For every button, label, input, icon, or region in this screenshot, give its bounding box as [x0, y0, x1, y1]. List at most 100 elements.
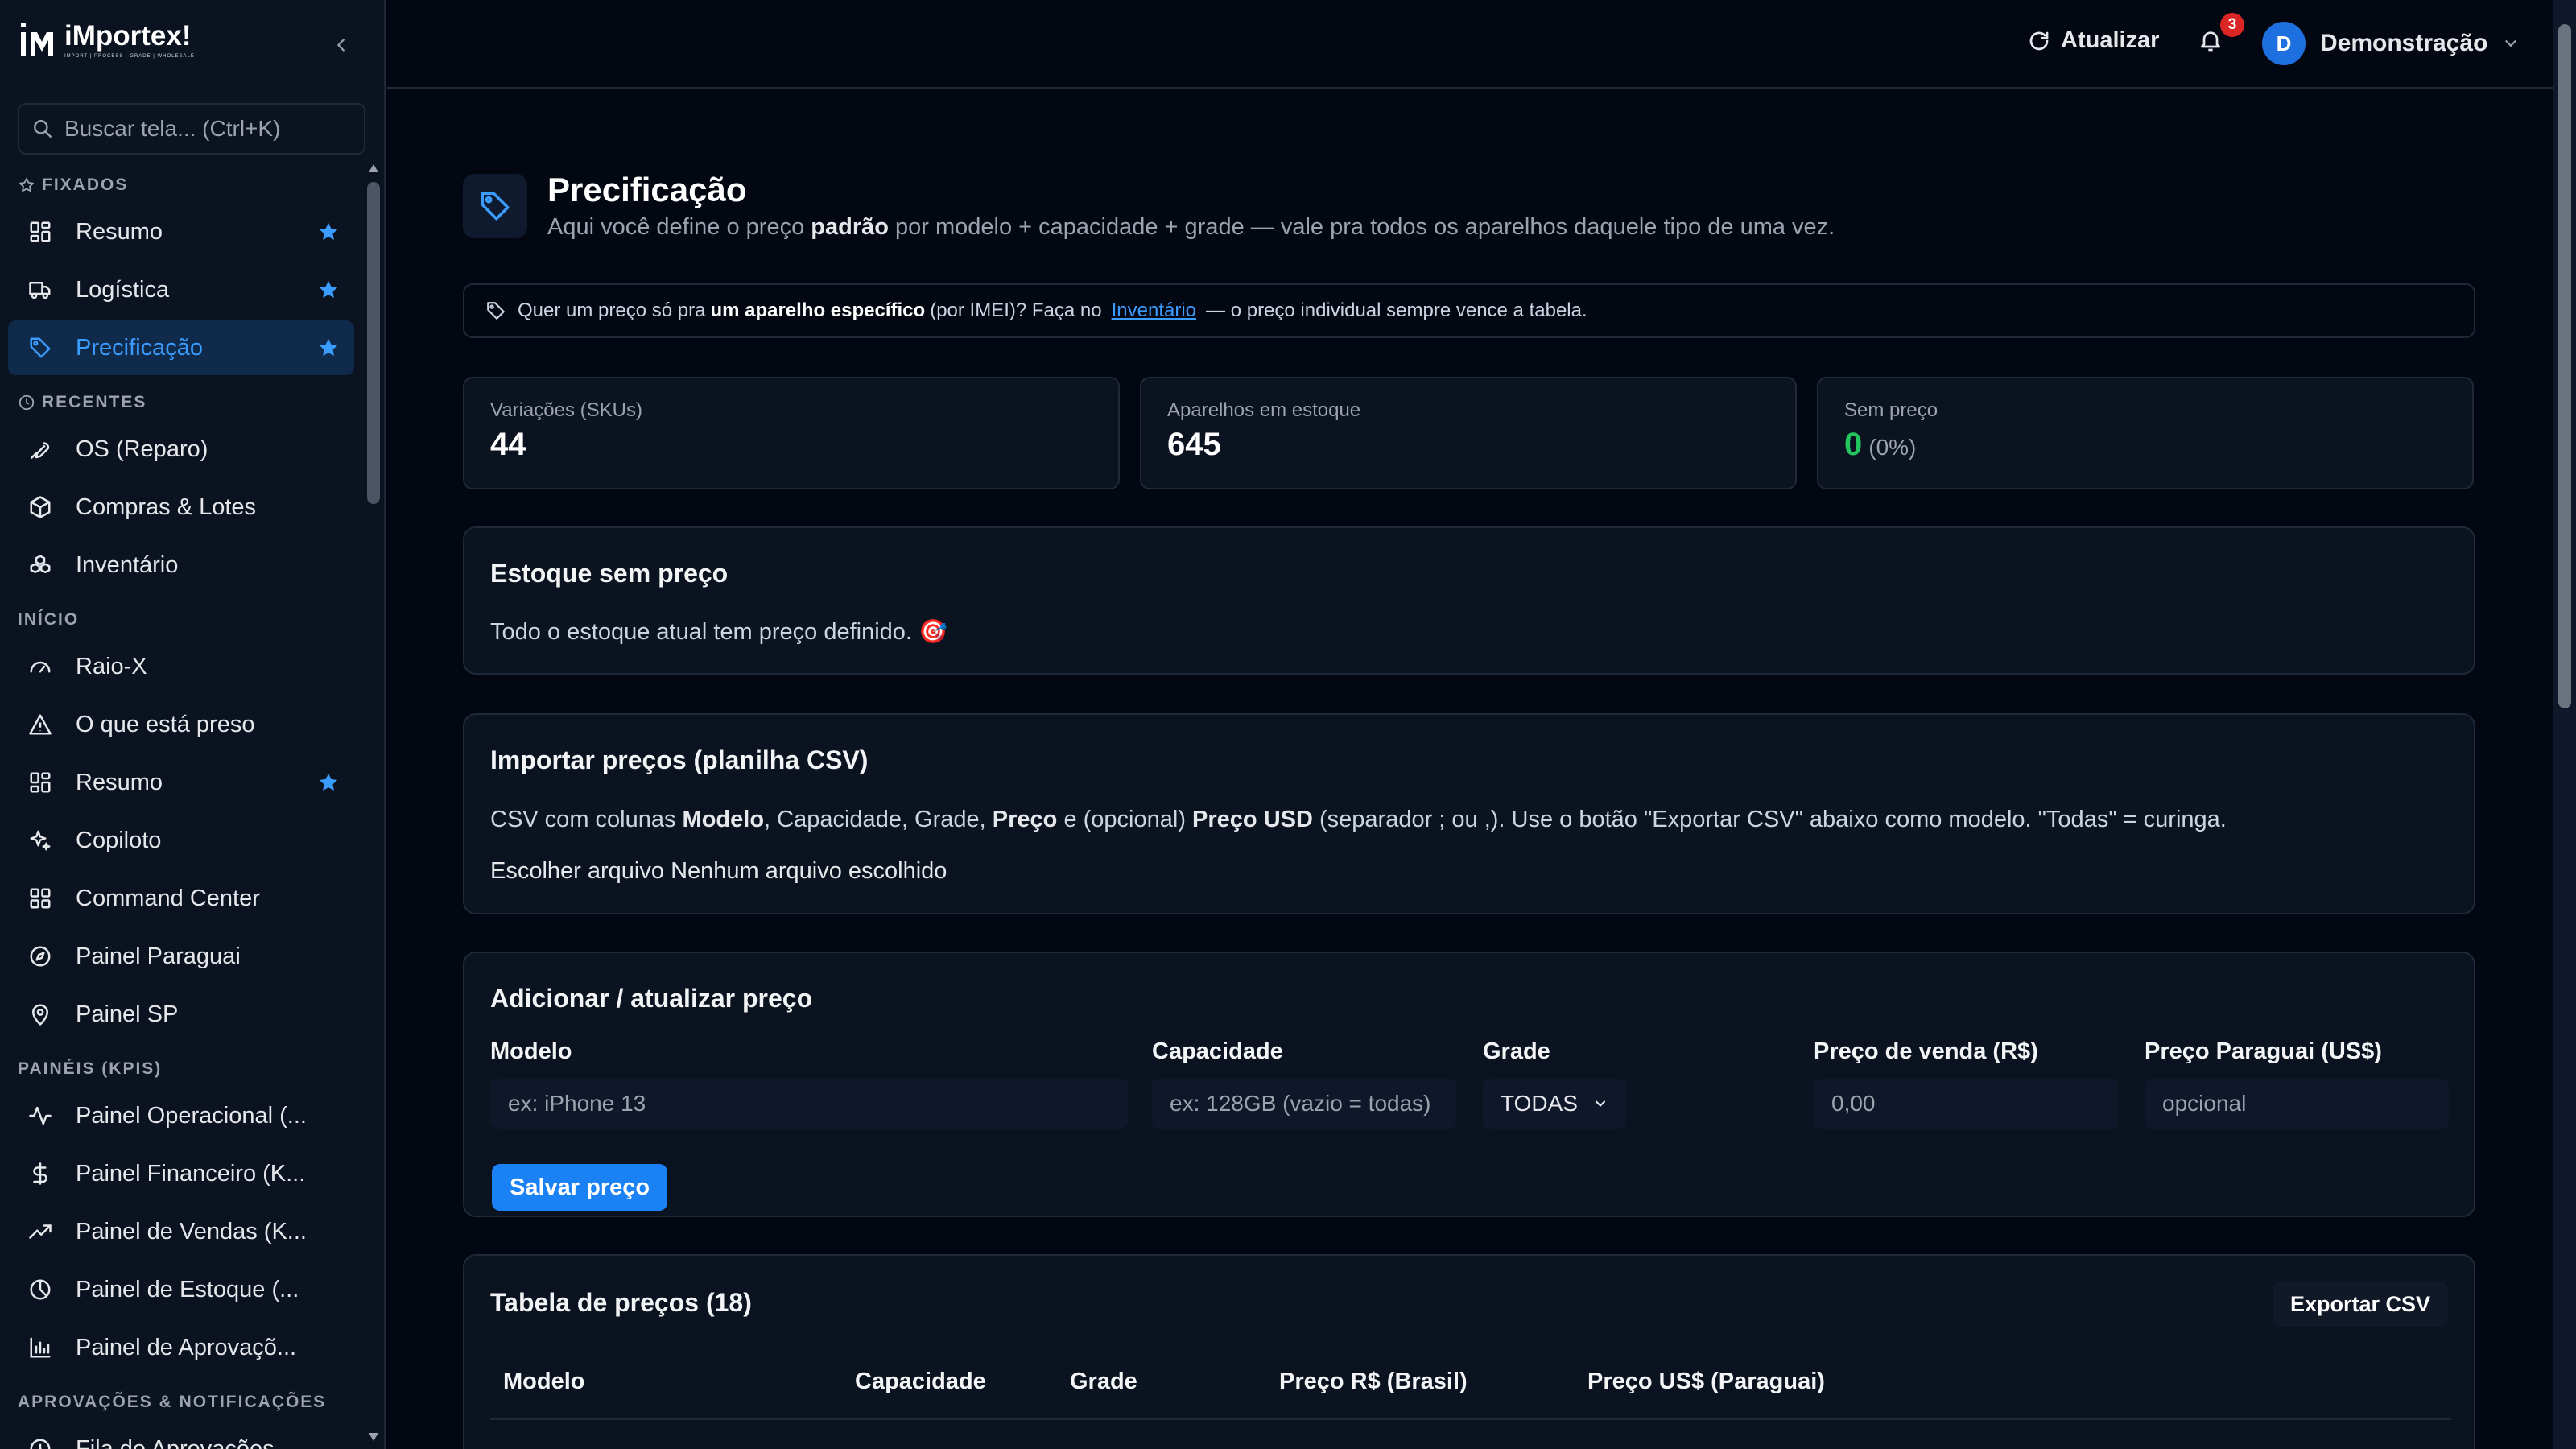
price-input[interactable] — [1814, 1079, 2118, 1129]
desc-text: , Capacidade, Grade, — [764, 807, 993, 832]
grade-value: TODAS — [1501, 1091, 1578, 1116]
user-menu[interactable]: D Demonstração — [2262, 22, 2520, 65]
star-filled-icon[interactable] — [317, 279, 340, 301]
scroll-down-icon[interactable] — [367, 1431, 380, 1443]
column-header[interactable]: Capacidade — [855, 1368, 986, 1395]
grid-icon — [26, 217, 55, 246]
sidebar-item-label: Painel Paraguai — [76, 943, 241, 969]
sidebar-item-painel-vendas[interactable]: Painel de Vendas (K... — [8, 1204, 354, 1259]
truck-icon — [26, 275, 55, 304]
column-header[interactable]: Grade — [1070, 1368, 1137, 1395]
capacity-input[interactable] — [1152, 1079, 1456, 1129]
desc-text: e (opcional) — [1057, 807, 1193, 832]
model-input[interactable] — [490, 1079, 1128, 1129]
star-filled-icon[interactable] — [317, 336, 340, 359]
app-logo[interactable]: iMportex! IMPORT | PROCESS | GRADE | WHO… — [18, 19, 195, 61]
search-input[interactable] — [64, 116, 338, 142]
sidebar-item-logistica[interactable]: Logística — [8, 262, 354, 317]
card-title: Tabela de preços (18) — [490, 1288, 752, 1317]
sidebar-item-raio-x[interactable]: Raio-X — [8, 639, 354, 694]
column-header[interactable]: Preço US$ (Paraguai) — [1587, 1368, 1825, 1395]
column-header[interactable]: Preço R$ (Brasil) — [1279, 1368, 1468, 1395]
section-kpis-label: PAINÉIS (KPIS) — [18, 1059, 163, 1078]
page-subtitle: Aqui você define o preço padrão por mode… — [547, 214, 1835, 241]
export-csv-button[interactable]: Exportar CSV — [2272, 1282, 2448, 1327]
sidebar-item-label: Resumo — [76, 769, 163, 795]
sidebar-item-fila-aprovacoes[interactable]: Fila de Aprovações — [8, 1422, 354, 1449]
stat-card-skus: Variações (SKUs) 44 — [463, 377, 1120, 489]
sidebar-item-painel-operacional[interactable]: Painel Operacional (... — [8, 1088, 354, 1143]
sidebar-item-precificacao[interactable]: Precificação — [8, 320, 354, 375]
section-approvals-label: APROVAÇÕES & NOTIFICAÇÕES — [18, 1393, 327, 1411]
page-scroll-thumb[interactable] — [2558, 24, 2571, 708]
sidebar-scroll-thumb[interactable] — [367, 182, 380, 504]
star-filled-icon[interactable] — [317, 221, 340, 243]
desc-emphasis: Preço USD — [1192, 807, 1313, 832]
grade-select[interactable]: TODAS — [1483, 1079, 1626, 1129]
star-filled-icon[interactable] — [317, 771, 340, 794]
sidebar-item-painel-paraguai[interactable]: Painel Paraguai — [8, 929, 354, 984]
clock-icon — [26, 1435, 55, 1449]
sidebar-item-resumo[interactable]: Resumo — [8, 755, 354, 810]
tag-icon — [487, 302, 505, 320]
sidebar-item-o-que-esta-preso[interactable]: O que está preso — [8, 697, 354, 752]
sidebar-item-resumo-pinned[interactable]: Resumo — [8, 204, 354, 259]
refresh-button[interactable]: Atualizar — [2027, 27, 2159, 54]
sidebar-item-label: Precificação — [76, 334, 203, 361]
refresh-icon — [2029, 31, 2049, 50]
tip-text: — o preço individual sempre vence a tabe… — [1206, 299, 1587, 321]
choose-file-button[interactable]: Escolher arquivo — [490, 858, 664, 884]
sidebar-item-painel-financeiro[interactable]: Painel Financeiro (K... — [8, 1146, 354, 1201]
bar-chart-icon — [26, 1333, 55, 1362]
sidebar-item-painel-sp[interactable]: Painel SP — [8, 987, 354, 1042]
py-price-input[interactable] — [2145, 1079, 2449, 1129]
header-divider — [490, 1418, 2451, 1420]
sidebar-item-copiloto[interactable]: Copiloto — [8, 813, 354, 868]
sidebar-scrollbar[interactable] — [362, 158, 384, 1449]
inventory-link[interactable]: Inventário — [1112, 299, 1196, 322]
clock-icon — [19, 394, 35, 411]
section-start-label: INÍCIO — [18, 610, 80, 629]
sidebar-item-command-center[interactable]: Command Center — [8, 871, 354, 926]
sidebar-item-label: Painel Operacional (... — [76, 1102, 307, 1129]
save-price-button[interactable]: Salvar preço — [492, 1164, 668, 1211]
file-picker: Escolher arquivo Nenhum arquivo escolhid… — [490, 858, 947, 885]
card-price-table: Tabela de preços (18) Exportar CSV Model… — [463, 1254, 2475, 1449]
notifications-button[interactable] — [2198, 27, 2223, 53]
collapse-sidebar-button[interactable] — [327, 31, 356, 60]
desc-emphasis: Preço — [992, 807, 1058, 832]
tip-text: (por IMEI)? Faça no — [930, 299, 1102, 321]
card-text: Todo o estoque atual tem preço definido.… — [490, 619, 948, 645]
stat-label: Variações (SKUs) — [490, 399, 642, 421]
avatar: D — [2262, 22, 2306, 65]
scroll-up-icon[interactable] — [367, 163, 380, 174]
sidebar-item-os-reparo[interactable]: OS (Reparo) — [8, 422, 354, 477]
sparkles-icon — [26, 826, 55, 855]
sidebar-item-label: O que está preso — [76, 711, 255, 737]
grid-icon — [26, 768, 55, 797]
sidebar-item-painel-estoque[interactable]: Painel de Estoque (... — [8, 1262, 354, 1317]
csv-description: CSV com colunas Modelo, Capacidade, Grad… — [490, 807, 2227, 833]
per-device-tip: Quer um preço só pra um aparelho específ… — [463, 283, 2475, 338]
sidebar-nav: FIXADOS Resumo Logística Precificação RE… — [0, 158, 362, 1449]
boxes-icon — [26, 551, 55, 580]
column-header[interactable]: Modelo — [503, 1368, 585, 1395]
sidebar-item-compras-lotes[interactable]: Compras & Lotes — [8, 480, 354, 535]
logo-mark-icon — [21, 23, 53, 56]
section-start: INÍCIO — [18, 610, 79, 630]
stat-value: 645 — [1167, 427, 1221, 462]
user-name: Demonstração — [2320, 30, 2488, 56]
page-scrollbar[interactable] — [2553, 0, 2576, 1449]
trending-up-icon — [26, 1217, 55, 1246]
section-kpis: PAINÉIS (KPIS) — [18, 1059, 162, 1079]
sidebar-item-inventario[interactable]: Inventário — [8, 538, 354, 592]
stat-label: Aparelhos em estoque — [1167, 399, 1361, 421]
desc-emphasis: Modelo — [682, 807, 765, 832]
package-icon — [26, 493, 55, 522]
dollar-icon — [26, 1159, 55, 1188]
sidebar-item-label: Copiloto — [76, 827, 162, 853]
sidebar-item-label: Inventário — [76, 551, 179, 578]
sidebar-item-painel-aprovacoes[interactable]: Painel de Aprovaçõ... — [8, 1320, 354, 1375]
tag-icon — [481, 192, 510, 221]
screen-search[interactable] — [18, 103, 365, 155]
